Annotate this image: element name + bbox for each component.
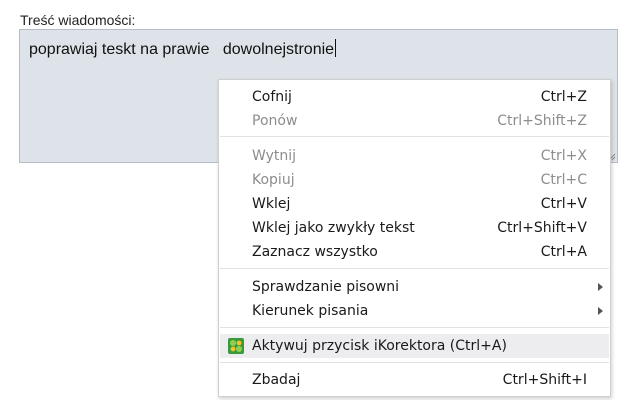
context-menu: Cofnij Ctrl+Z Ponów Ctrl+Shift+Z Wytnij … [218,79,611,397]
menu-item-undo-label: Cofnij [252,89,292,105]
menu-item-ikorektor-label: Aktywuj przycisk iKorektora (Ctrl+A) [252,338,507,354]
menu-separator [220,327,609,328]
menu-item-copy-label: Kopiuj [252,172,295,188]
menu-item-select-all-shortcut: Ctrl+A [540,244,587,260]
menu-item-inspect[interactable]: Zbadaj Ctrl+Shift+I [220,368,609,392]
menu-separator [220,136,609,137]
menu-item-spellcheck[interactable]: Sprawdzanie pisowni [220,275,609,299]
menu-item-select-all-label: Zaznacz wszystko [252,244,378,260]
menu-item-select-all[interactable]: Zaznacz wszystko Ctrl+A [220,240,609,264]
menu-item-undo-shortcut: Ctrl+Z [540,89,587,105]
menu-item-ikorektor[interactable]: Aktywuj przycisk iKorektora (Ctrl+A) [220,334,609,358]
message-text[interactable]: poprawiaj teskt na prawie dowolnejstroni… [29,39,337,59]
menu-item-undo[interactable]: Cofnij Ctrl+Z [220,85,609,109]
menu-item-inspect-label: Zbadaj [252,372,301,388]
menu-item-copy[interactable]: Kopiuj Ctrl+C [220,168,609,192]
menu-item-cut[interactable]: Wytnij Ctrl+X [220,144,609,168]
menu-item-copy-shortcut: Ctrl+C [540,172,587,188]
menu-item-paste-label: Wklej [252,196,291,212]
menu-item-cut-label: Wytnij [252,148,297,164]
menu-item-paste-plain-shortcut: Ctrl+Shift+V [497,220,587,236]
menu-item-paste[interactable]: Wklej Ctrl+V [220,192,609,216]
menu-separator [220,362,609,363]
menu-item-redo-label: Ponów [252,113,298,129]
menu-item-writing-direction-label: Kierunek pisania [252,303,369,319]
menu-item-paste-shortcut: Ctrl+V [540,196,587,212]
menu-item-inspect-shortcut: Ctrl+Shift+I [502,372,587,388]
menu-item-redo-shortcut: Ctrl+Shift+Z [497,113,587,129]
text-caret [335,39,337,57]
menu-item-paste-plain[interactable]: Wklej jako zwykły tekst Ctrl+Shift+V [220,216,609,240]
ikorektor-extension-icon [228,338,244,354]
menu-separator [220,268,609,269]
message-value: poprawiaj teskt na prawie dowolnejstroni… [29,41,335,58]
menu-item-writing-direction[interactable]: Kierunek pisania [220,299,609,323]
submenu-arrow-icon [598,283,603,291]
menu-item-redo[interactable]: Ponów Ctrl+Shift+Z [220,109,609,133]
menu-item-spellcheck-label: Sprawdzanie pisowni [252,279,400,295]
menu-item-paste-plain-label: Wklej jako zwykły tekst [252,220,415,236]
menu-item-cut-shortcut: Ctrl+X [540,148,587,164]
message-field-label: Treść wiadomości: [20,12,136,28]
submenu-arrow-icon [598,307,603,315]
page: Treść wiadomości: poprawiaj teskt na pra… [0,0,640,400]
